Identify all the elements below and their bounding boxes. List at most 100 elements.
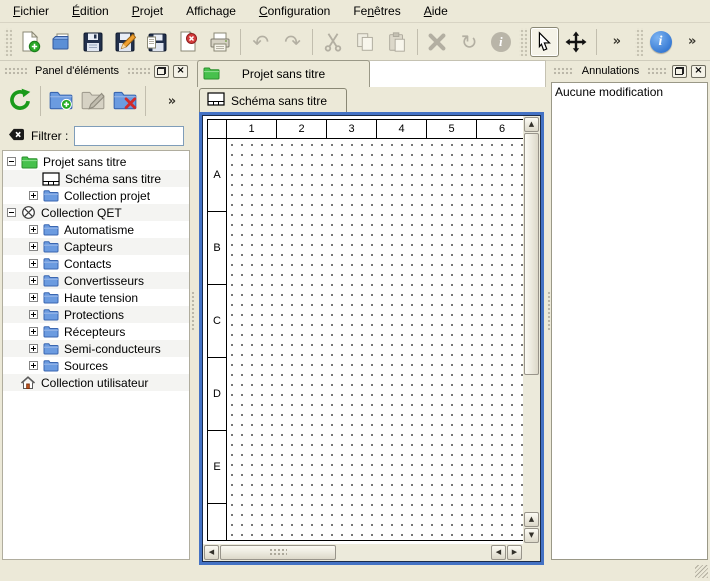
- delete-category-button[interactable]: [109, 85, 141, 117]
- clear-filter-button[interactable]: [8, 127, 25, 145]
- expand-icon[interactable]: [29, 293, 38, 302]
- expand-icon[interactable]: [29, 361, 38, 370]
- expand-icon[interactable]: [29, 259, 38, 268]
- reload-collections-button[interactable]: [4, 85, 36, 117]
- undo-button[interactable]: ↶: [246, 27, 276, 57]
- scroll-left-button[interactable]: ◀: [204, 545, 219, 560]
- selection-tool-button[interactable]: [530, 27, 560, 57]
- panel-overflow-button[interactable]: »: [156, 85, 188, 117]
- menu-edition[interactable]: Édition: [63, 1, 118, 21]
- collapse-icon[interactable]: [7, 208, 16, 217]
- menu-affichage[interactable]: Affichage: [177, 1, 245, 21]
- move-tool-button[interactable]: [561, 27, 591, 57]
- vertical-scroll-track[interactable]: [524, 133, 539, 511]
- menu-fichier[interactable]: Fichier: [4, 1, 58, 21]
- undo-history-list[interactable]: Aucune modification: [551, 82, 708, 560]
- new-document-button[interactable]: [15, 27, 45, 57]
- scroll-down-button[interactable]: ▼: [524, 528, 539, 543]
- tree-item-recepteurs[interactable]: Récepteurs: [3, 323, 189, 340]
- diagram-row-area[interactable]: [227, 285, 523, 358]
- expand-icon[interactable]: [29, 242, 38, 251]
- diagram-viewport: 1 2 3 4 5 6 A B C D E: [199, 112, 544, 565]
- horizontal-scroll-track[interactable]: [220, 545, 490, 560]
- vertical-scroll-thumb[interactable]: [524, 133, 539, 375]
- column-header: 2: [277, 120, 327, 139]
- toolbar-drag-handle[interactable]: [519, 28, 527, 56]
- float-panel-button[interactable]: [154, 65, 169, 78]
- scroll-left-button-right[interactable]: ◀: [491, 545, 506, 560]
- expand-icon[interactable]: [29, 344, 38, 353]
- scroll-right-button[interactable]: ▶: [507, 545, 522, 560]
- scroll-up-button[interactable]: ▲: [524, 117, 539, 132]
- diagram-row-area[interactable]: [227, 212, 523, 285]
- save-as-button[interactable]: [110, 27, 140, 57]
- tools-overflow-button[interactable]: »: [602, 27, 632, 57]
- tree-item-semi-conducteurs[interactable]: Semi-conducteurs: [3, 340, 189, 357]
- tree-item-automatisme[interactable]: Automatisme: [3, 221, 189, 238]
- save-all-button[interactable]: [142, 27, 172, 57]
- tree-item-collection-projet[interactable]: Collection projet: [3, 187, 189, 204]
- vertical-scrollbar[interactable]: ▲ ▲ ▼: [523, 116, 540, 544]
- toolbar-drag-handle[interactable]: [4, 28, 12, 56]
- expand-icon[interactable]: [29, 191, 38, 200]
- save-button[interactable]: [78, 27, 108, 57]
- toolbar-drag-handle[interactable]: [635, 28, 643, 56]
- window-resize-grip[interactable]: [695, 565, 708, 578]
- float-panel-button[interactable]: [672, 65, 687, 78]
- tree-item-project[interactable]: Projet sans titre: [3, 153, 189, 170]
- tree-item-sources[interactable]: Sources: [3, 357, 189, 374]
- cut-button[interactable]: [318, 27, 348, 57]
- tab-projet-sans-titre[interactable]: Projet sans titre: [197, 60, 370, 87]
- diagram-view[interactable]: 1 2 3 4 5 6 A B C D E: [202, 115, 541, 562]
- about-info-button[interactable]: i: [646, 27, 676, 57]
- diagram-row-area[interactable]: [227, 139, 523, 212]
- diagram-row-area[interactable]: [227, 504, 523, 540]
- chevron-double-right-icon: »: [684, 34, 700, 49]
- tree-item-haute-tension[interactable]: Haute tension: [3, 289, 189, 306]
- horizontal-scrollbar[interactable]: ◀ ◀ ▶: [203, 544, 523, 561]
- menu-aide[interactable]: Aide: [415, 1, 457, 21]
- left-splitter[interactable]: [190, 62, 197, 560]
- tree-item-collection-qet[interactable]: Collection QET: [3, 204, 189, 221]
- diagram-row-area[interactable]: [227, 431, 523, 504]
- undo-panel-titlebar[interactable]: Annulations ×: [551, 62, 708, 80]
- folder-icon: [43, 223, 59, 236]
- tree-item-capteurs[interactable]: Capteurs: [3, 238, 189, 255]
- expand-icon[interactable]: [29, 276, 38, 285]
- close-document-button[interactable]: [174, 27, 204, 57]
- menu-fenetres[interactable]: Fenêtres: [344, 1, 409, 21]
- copy-button[interactable]: [350, 27, 380, 57]
- filter-input[interactable]: [74, 126, 184, 146]
- diagram-row-area[interactable]: [227, 358, 523, 431]
- scroll-up-button-bottom[interactable]: ▲: [524, 512, 539, 527]
- redo-button[interactable]: ↷: [278, 27, 308, 57]
- diagram-canvas[interactable]: 1 2 3 4 5 6 A B C D E: [203, 116, 523, 544]
- horizontal-scroll-thumb[interactable]: [220, 545, 336, 560]
- open-document-button[interactable]: [47, 27, 77, 57]
- new-category-button[interactable]: [45, 85, 77, 117]
- close-panel-button[interactable]: ×: [691, 65, 706, 78]
- tree-item-convertisseurs[interactable]: Convertisseurs: [3, 272, 189, 289]
- tree-item-schema[interactable]: Schéma sans titre: [3, 170, 189, 187]
- element-info-button[interactable]: i: [486, 27, 516, 57]
- toolbar-overflow-button[interactable]: »: [677, 27, 707, 57]
- rotate-button[interactable]: ↻: [454, 27, 484, 57]
- delete-button[interactable]: [423, 27, 453, 57]
- close-panel-button[interactable]: ×: [173, 65, 188, 78]
- edit-category-button[interactable]: [77, 85, 109, 117]
- expand-icon[interactable]: [29, 225, 38, 234]
- paste-button[interactable]: [382, 27, 412, 57]
- menu-configuration[interactable]: Configuration: [250, 1, 339, 21]
- print-button[interactable]: [205, 27, 235, 57]
- expand-icon[interactable]: [29, 327, 38, 336]
- tab-schema-sans-titre[interactable]: Schéma sans titre: [199, 88, 347, 112]
- elements-panel-titlebar[interactable]: Panel d'éléments ×: [2, 62, 190, 80]
- expand-icon[interactable]: [29, 310, 38, 319]
- menu-projet[interactable]: Projet: [123, 1, 172, 21]
- schema-tab-bar: Schéma sans titre: [197, 87, 546, 112]
- folder-new-icon: [48, 87, 74, 116]
- collapse-icon[interactable]: [7, 157, 16, 166]
- tree-item-collection-utilisateur[interactable]: Collection utilisateur: [3, 374, 189, 391]
- tree-item-contacts[interactable]: Contacts: [3, 255, 189, 272]
- tree-item-protections[interactable]: Protections: [3, 306, 189, 323]
